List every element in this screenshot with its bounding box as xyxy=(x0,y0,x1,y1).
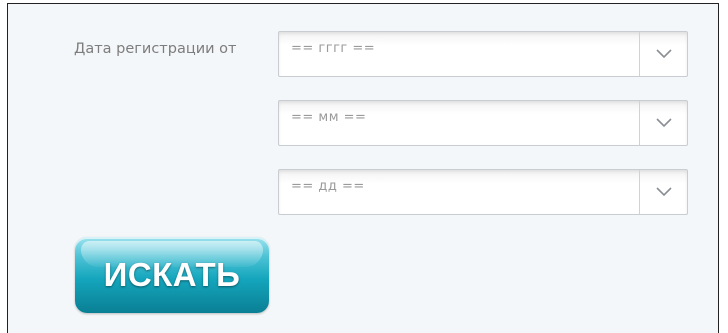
chevron-down-icon[interactable] xyxy=(640,101,687,145)
month-select[interactable]: == мм == xyxy=(278,100,688,146)
chevron-down-icon[interactable] xyxy=(640,32,687,76)
registration-date-label: Дата регистрации от xyxy=(74,41,237,57)
chevron-down-icon[interactable] xyxy=(640,170,687,214)
search-button-label: ИСКАТЬ xyxy=(103,256,241,293)
year-select-value: == гггг == xyxy=(291,41,376,56)
day-select[interactable]: == дд == xyxy=(278,169,688,215)
search-form-panel: Дата регистрации от == гггг == == мм == … xyxy=(7,3,719,333)
search-button[interactable]: ИСКАТЬ xyxy=(75,237,269,313)
year-select[interactable]: == гггг == xyxy=(278,31,688,77)
month-select-value: == мм == xyxy=(291,110,367,125)
day-select-value: == дд == xyxy=(291,179,365,194)
